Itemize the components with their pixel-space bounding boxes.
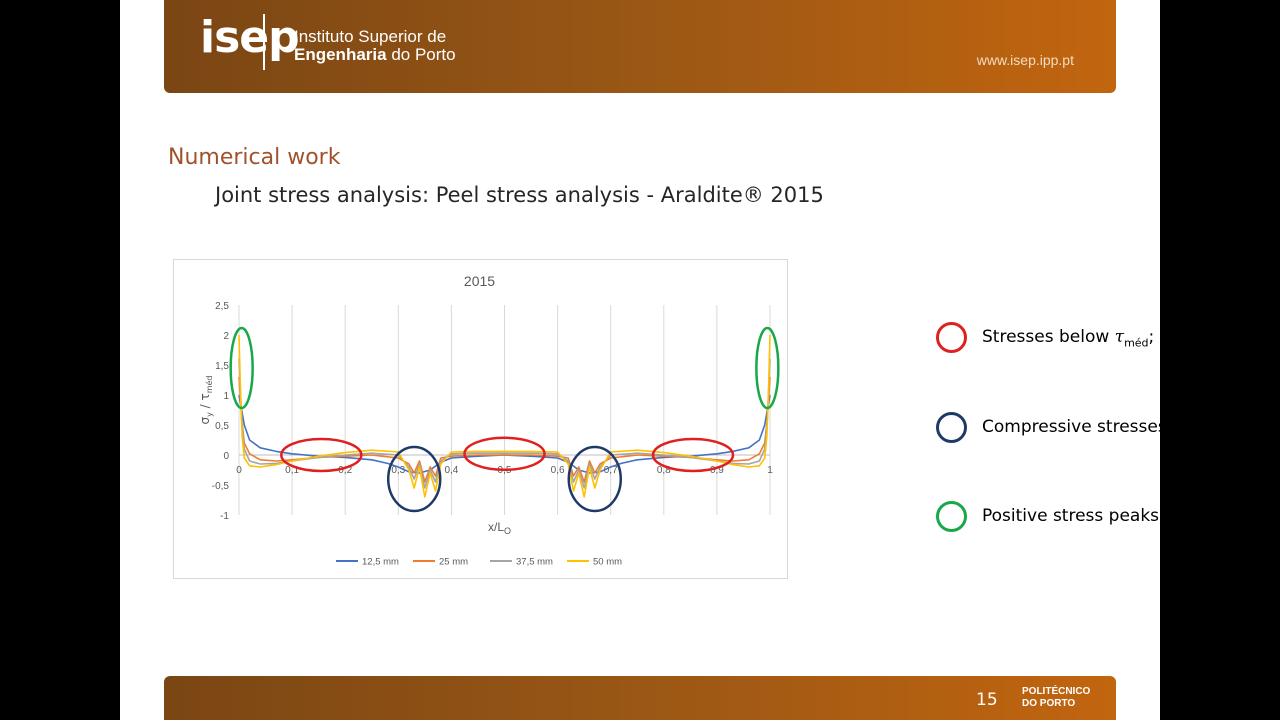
tau-subscript: méd (1124, 336, 1149, 350)
header-banner: isep Instituto Superior de Engenharia do… (164, 0, 1116, 93)
annotation-text-stresses-below: Stresses below τméd; (982, 327, 1154, 349)
x-tick-label: 1 (767, 465, 773, 476)
annotation-legend-positive-peaks: Positive stress peaks. (936, 501, 1160, 541)
x-axis-label: x/LO (488, 520, 511, 536)
y-tick-label: -1 (220, 511, 229, 522)
chart-title: 2015 (464, 273, 495, 289)
annotation-text-positive-peaks: Positive stress peaks. (982, 506, 1160, 526)
annotation-legend-compressive: Compressive stresses; (936, 412, 1160, 452)
tau-symbol: τ (1114, 327, 1125, 347)
green-peak-ellipse (229, 326, 254, 410)
institution-name-rest: do Porto (386, 45, 456, 64)
website-url[interactable]: www.isep.ipp.pt (977, 52, 1074, 68)
section-title: Numerical work (168, 145, 341, 170)
green-circle-icon (936, 501, 967, 532)
page-number: 15 (976, 690, 998, 710)
y-tick-label: 0 (223, 451, 229, 462)
y-tick-label: 0,5 (215, 421, 229, 432)
y-tick-label: 2,5 (215, 301, 229, 312)
institution-name-line2: Engenharia do Porto (294, 45, 456, 65)
red-circle-icon (936, 322, 967, 353)
annotation-legend-stresses-below: Stresses below τméd; (936, 322, 1160, 362)
slide-subtitle: Joint stress analysis: Peel stress analy… (215, 183, 824, 207)
y-tick-label: 2 (223, 331, 229, 342)
y-tick-label: 1 (223, 391, 229, 402)
legend-label: 37,5 mm (516, 557, 553, 568)
y-axis-label: σy / τméd (198, 375, 214, 424)
institution-name-bold: Engenharia (294, 45, 387, 64)
slide: isep Instituto Superior de Engenharia do… (120, 0, 1160, 720)
isep-logo: isep (200, 12, 300, 63)
annotation-label: Stresses below (982, 327, 1115, 347)
chart-canvas: 20150 0,1 0,2 0,3 0,4 0,5 0,6 0,7 0,8 0,9 12,521,5… (198, 273, 780, 568)
y-tick-label: 1,5 (215, 361, 229, 372)
annotation-suffix: ; (1148, 327, 1155, 347)
politecnico-logo: POLITÉCNICO DO PORTO (1022, 686, 1090, 710)
brand-line1: POLITÉCNICO (1022, 686, 1091, 697)
blue-circle-icon (936, 412, 967, 443)
y-tick-label: -0,5 (212, 481, 230, 492)
annotation-text-compressive: Compressive stresses; (982, 417, 1160, 437)
logo-divider (263, 14, 265, 70)
legend-label: 25 mm (439, 557, 468, 568)
x-tick-label: 0,6 (551, 465, 565, 476)
green-peak-ellipse (755, 326, 780, 410)
legend-label: 50 mm (593, 557, 622, 568)
x-tick-label: 0 (236, 465, 242, 476)
institution-name-line1: Instituto Superior de (294, 27, 447, 46)
legend-label: 12,5 mm (362, 557, 399, 568)
brand-line2: DO PORTO (1022, 698, 1076, 709)
stress-chart: 2015 0 0,1 0,2 0,3 0,4 0,5 0,6 0,7 0,8 0,9 1 2,5 2 1,5… (173, 259, 788, 579)
x-tick-label: 0,4 (444, 465, 458, 476)
footer-banner: 15 POLITÉCNICO DO PORTO (164, 676, 1116, 720)
